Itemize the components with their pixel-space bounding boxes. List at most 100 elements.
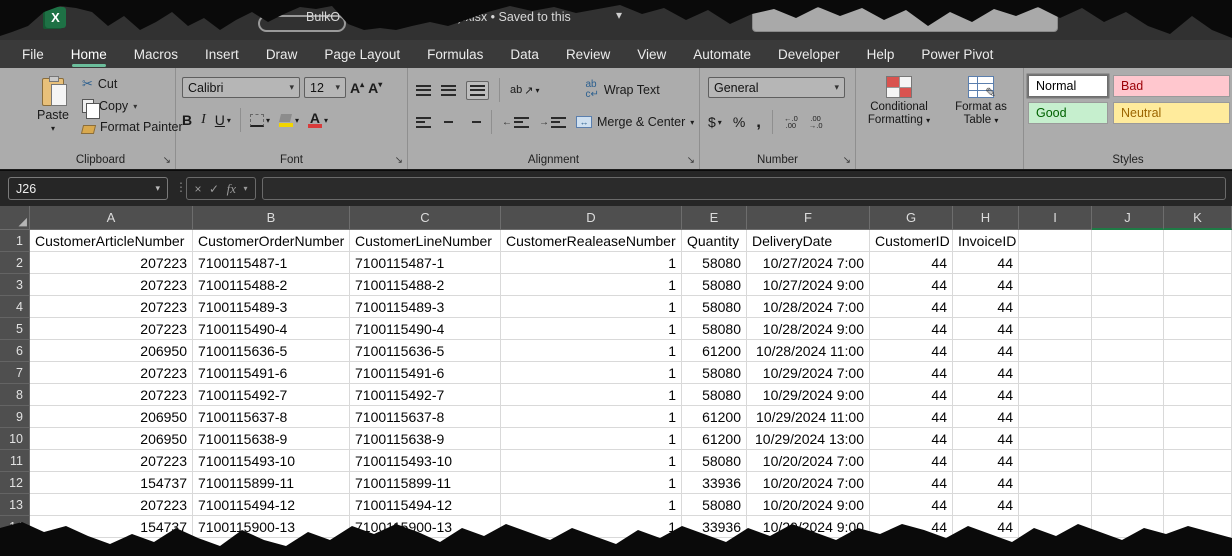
- cell-G4[interactable]: 44: [870, 296, 953, 318]
- wrap-text-button[interactable]: abc↵ Wrap Text: [585, 80, 659, 100]
- cell-E3[interactable]: 58080: [682, 274, 747, 296]
- cell-D14[interactable]: 1: [501, 516, 682, 538]
- style-chip-normal[interactable]: Normal: [1028, 75, 1108, 97]
- cell-J10[interactable]: [1092, 428, 1164, 450]
- cell-E2[interactable]: 58080: [682, 252, 747, 274]
- cell-D2[interactable]: 1: [501, 252, 682, 274]
- bold-button[interactable]: B: [182, 112, 192, 128]
- cell-G11[interactable]: 44: [870, 450, 953, 472]
- cell-B5[interactable]: 7100115490-4: [193, 318, 350, 340]
- cell-A1[interactable]: CustomerArticleNumber: [30, 230, 193, 252]
- cell-E1[interactable]: Quantity: [682, 230, 747, 252]
- cell-B9[interactable]: 7100115637-8: [193, 406, 350, 428]
- increase-indent-button[interactable]: →: [539, 117, 566, 128]
- column-header-D[interactable]: D: [501, 206, 682, 230]
- cell-A14[interactable]: 154737: [30, 516, 193, 538]
- cell-C13[interactable]: 7100115494-12: [350, 494, 501, 516]
- cell-A3[interactable]: 207223: [30, 274, 193, 296]
- borders-button[interactable]: ▾: [250, 114, 270, 127]
- align-bottom-button[interactable]: [466, 81, 489, 100]
- cell-K7[interactable]: [1164, 362, 1232, 384]
- row-header-9[interactable]: 9: [0, 406, 30, 428]
- font-size-combo[interactable]: 12 ▾: [304, 77, 346, 98]
- column-header-K[interactable]: K: [1164, 206, 1232, 230]
- cell-F10[interactable]: 10/29/2024 13:00: [747, 428, 870, 450]
- cell-F1[interactable]: DeliveryDate: [747, 230, 870, 252]
- cell-E4[interactable]: 58080: [682, 296, 747, 318]
- orientation-button[interactable]: ab↗ ▾: [510, 84, 539, 97]
- cut-button[interactable]: ✂ Cut: [82, 76, 183, 92]
- cell-F3[interactable]: 10/27/2024 9:00: [747, 274, 870, 296]
- cell-C8[interactable]: 7100115492-7: [350, 384, 501, 406]
- cell-F9[interactable]: 10/29/2024 11:00: [747, 406, 870, 428]
- cell-I13[interactable]: [1019, 494, 1092, 516]
- cell-C9[interactable]: 7100115637-8: [350, 406, 501, 428]
- cell-K4[interactable]: [1164, 296, 1232, 318]
- cell-J2[interactable]: [1092, 252, 1164, 274]
- row-header-8[interactable]: 8: [0, 384, 30, 406]
- copy-button[interactable]: Copy ▾: [82, 99, 183, 113]
- align-top-button[interactable]: [416, 85, 431, 96]
- cell-I4[interactable]: [1019, 296, 1092, 318]
- row-header-6[interactable]: 6: [0, 340, 30, 362]
- formula-input[interactable]: [262, 177, 1226, 200]
- tab-formulas[interactable]: Formulas: [427, 40, 483, 68]
- cell-K8[interactable]: [1164, 384, 1232, 406]
- cell-B1[interactable]: CustomerOrderNumber: [193, 230, 350, 252]
- cell-F4[interactable]: 10/28/2024 7:00: [747, 296, 870, 318]
- cell-G12[interactable]: 44: [870, 472, 953, 494]
- cell-B4[interactable]: 7100115489-3: [193, 296, 350, 318]
- cell-G9[interactable]: 44: [870, 406, 953, 428]
- cell-E12[interactable]: 33936: [682, 472, 747, 494]
- grow-font-button[interactable]: A▴: [350, 80, 364, 96]
- cell-A2[interactable]: 207223: [30, 252, 193, 274]
- cell-E6[interactable]: 61200: [682, 340, 747, 362]
- cell-H8[interactable]: 44: [953, 384, 1019, 406]
- row-header-1[interactable]: 1: [0, 230, 30, 252]
- cell-K5[interactable]: [1164, 318, 1232, 340]
- cell-E13[interactable]: 58080: [682, 494, 747, 516]
- cell-K12[interactable]: [1164, 472, 1232, 494]
- tab-automate[interactable]: Automate: [693, 40, 751, 68]
- cell-E11[interactable]: 58080: [682, 450, 747, 472]
- cell-J13[interactable]: [1092, 494, 1164, 516]
- name-box[interactable]: J26 ▾: [8, 177, 168, 200]
- tab-developer[interactable]: Developer: [778, 40, 840, 68]
- cell-C3[interactable]: 7100115488-2: [350, 274, 501, 296]
- column-header-C[interactable]: C: [350, 206, 501, 230]
- cell-J3[interactable]: [1092, 274, 1164, 296]
- conditional-formatting-button[interactable]: ConditionalFormatting ▾: [860, 76, 938, 127]
- column-header-B[interactable]: B: [193, 206, 350, 230]
- align-left-button[interactable]: [416, 117, 431, 128]
- increase-decimal-button[interactable]: ←.0.00: [784, 115, 798, 129]
- cell-H4[interactable]: 44: [953, 296, 1019, 318]
- tab-file[interactable]: File: [22, 40, 44, 68]
- tab-view[interactable]: View: [637, 40, 666, 68]
- cell-D9[interactable]: 1: [501, 406, 682, 428]
- number-dialog-launcher-icon[interactable]: ↘: [843, 156, 851, 166]
- cell-D5[interactable]: 1: [501, 318, 682, 340]
- row-header-5[interactable]: 5: [0, 318, 30, 340]
- cell-F7[interactable]: 10/29/2024 7:00: [747, 362, 870, 384]
- cell-C7[interactable]: 7100115491-6: [350, 362, 501, 384]
- cell-C4[interactable]: 7100115489-3: [350, 296, 501, 318]
- tab-help[interactable]: Help: [867, 40, 895, 68]
- format-as-table-button[interactable]: ✎ Format asTable ▾: [942, 76, 1020, 127]
- cell-B10[interactable]: 7100115638-9: [193, 428, 350, 450]
- cell-B7[interactable]: 7100115491-6: [193, 362, 350, 384]
- cell-C5[interactable]: 7100115490-4: [350, 318, 501, 340]
- cell-G13[interactable]: 44: [870, 494, 953, 516]
- cell-C1[interactable]: CustomerLineNumber: [350, 230, 501, 252]
- cell-H9[interactable]: 44: [953, 406, 1019, 428]
- cell-D8[interactable]: 1: [501, 384, 682, 406]
- cell-G6[interactable]: 44: [870, 340, 953, 362]
- cell-A7[interactable]: 207223: [30, 362, 193, 384]
- cell-D6[interactable]: 1: [501, 340, 682, 362]
- cell-H13[interactable]: 44: [953, 494, 1019, 516]
- cell-G8[interactable]: 44: [870, 384, 953, 406]
- cell-D3[interactable]: 1: [501, 274, 682, 296]
- cell-A13[interactable]: 207223: [30, 494, 193, 516]
- cell-C10[interactable]: 7100115638-9: [350, 428, 501, 450]
- cell-F14[interactable]: 10/20/2024 9:00: [747, 516, 870, 538]
- cell-H6[interactable]: 44: [953, 340, 1019, 362]
